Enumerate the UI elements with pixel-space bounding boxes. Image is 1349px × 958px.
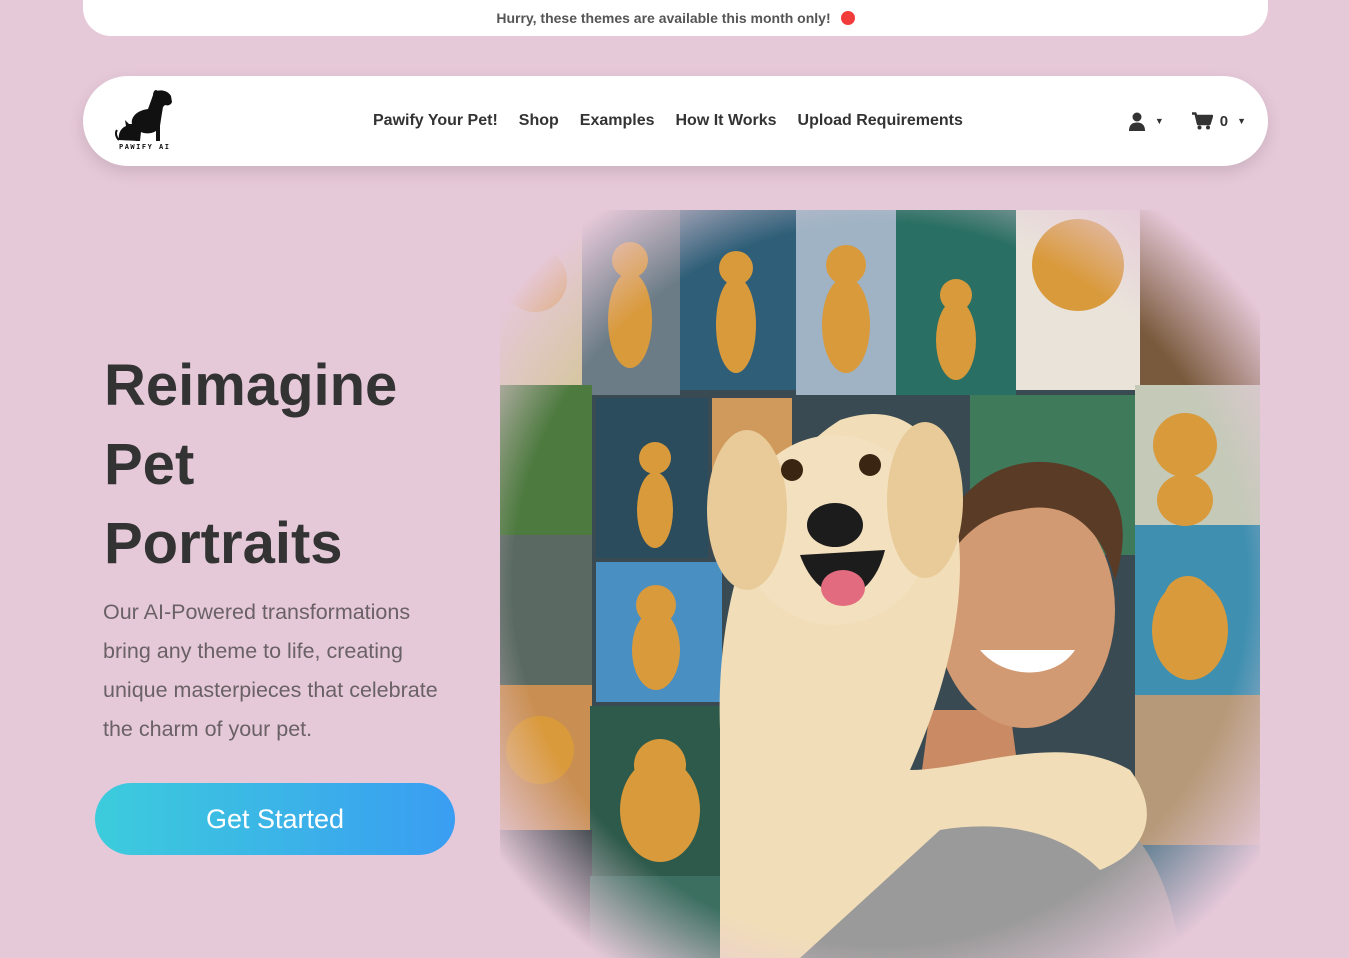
nav-pawify-your-pet[interactable]: Pawify Your Pet! bbox=[373, 112, 498, 130]
main-navbar: PAWIFY AI Pawify Your Pet! Shop Examples… bbox=[83, 76, 1268, 166]
hero-title: Reimagine Pet Portraits bbox=[104, 346, 494, 583]
announcement-bar: Hurry, these themes are available this m… bbox=[83, 0, 1268, 36]
dog-portrait-collage-image bbox=[500, 210, 1260, 958]
nav-how-it-works[interactable]: How It Works bbox=[676, 112, 777, 130]
cart-menu[interactable]: 0 ▼ bbox=[1191, 112, 1246, 130]
announcement-text: Hurry, these themes are available this m… bbox=[496, 10, 831, 26]
hero-title-line: Portraits bbox=[104, 511, 343, 576]
hero-image bbox=[500, 210, 1260, 958]
user-icon bbox=[1128, 112, 1145, 131]
chevron-down-icon: ▼ bbox=[1237, 116, 1246, 126]
nav-shop[interactable]: Shop bbox=[519, 112, 559, 130]
nav-actions: ▼ 0 ▼ bbox=[1100, 76, 1246, 166]
account-menu[interactable]: ▼ bbox=[1128, 112, 1164, 131]
live-dot-icon bbox=[840, 11, 855, 25]
hero-title-line: Reimagine bbox=[104, 353, 398, 418]
hero-description: Our AI-Powered transformations bring any… bbox=[103, 600, 438, 741]
hero-title-line: Pet bbox=[104, 432, 195, 497]
nav-links: Pawify Your Pet! Shop Examples How It Wo… bbox=[373, 76, 984, 166]
nav-examples[interactable]: Examples bbox=[580, 112, 655, 130]
cart-icon bbox=[1191, 112, 1213, 130]
logo-text: PAWIFY AI bbox=[119, 143, 171, 151]
chevron-down-icon: ▼ bbox=[1154, 116, 1164, 126]
nav-upload-requirements[interactable]: Upload Requirements bbox=[798, 112, 963, 130]
cart-count: 0 bbox=[1219, 112, 1229, 130]
get-started-button[interactable]: Get Started bbox=[95, 783, 455, 855]
